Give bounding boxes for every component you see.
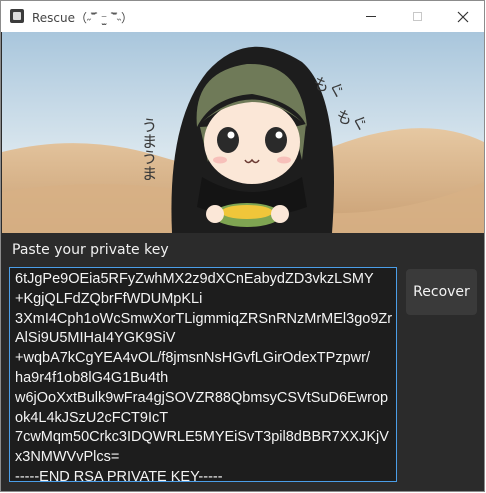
- minimize-button[interactable]: [348, 1, 394, 32]
- window-title: Rescue（˶‾᷄ ⁻̫ ‾᷅˵）: [32, 11, 133, 25]
- sfx-text-3: うまうま: [139, 117, 158, 181]
- title-bar[interactable]: Rescue（˶‾᷄ ⁻̫ ‾᷅˵）: [1, 1, 484, 32]
- minimize-icon: [366, 16, 376, 17]
- app-window: Rescue（˶‾᷄ ⁻̫ ‾᷅˵） もぐ もぐ うまうま Paste your…: [0, 0, 485, 492]
- app-icon: [10, 9, 24, 23]
- maximize-button[interactable]: [394, 1, 440, 32]
- private-key-label: Paste your private key: [12, 242, 169, 258]
- private-key-textarea[interactable]: 6tJgPe9OEia5RFyZwhMX2z9dXCnEabydZD3vkzLS…: [9, 267, 397, 482]
- maximize-icon: [412, 12, 422, 21]
- hero-illustration: もぐ もぐ うまうま: [2, 32, 484, 233]
- close-button[interactable]: [440, 1, 486, 32]
- close-icon: [457, 11, 469, 22]
- recover-button[interactable]: Recover: [406, 269, 477, 315]
- character-illustration: もぐ もぐ うまうま: [2, 32, 484, 233]
